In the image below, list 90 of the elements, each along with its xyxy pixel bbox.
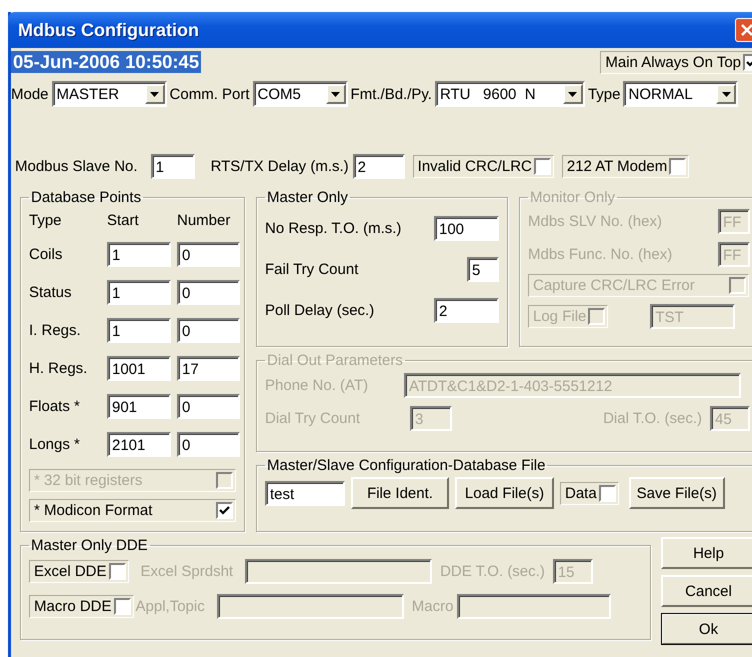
field-label: DDE T.O. (sec.) bbox=[440, 562, 545, 580]
text-field[interactable]: 1 bbox=[150, 154, 195, 178]
field-label: Phone No. (AT) bbox=[265, 376, 370, 394]
file-button[interactable]: File Ident. bbox=[351, 477, 449, 509]
dropdown[interactable]: COM5 bbox=[252, 81, 348, 107]
group-title: Master Only bbox=[266, 189, 349, 206]
field-label: Mode bbox=[11, 86, 49, 102]
checkbox[interactable] bbox=[534, 158, 551, 174]
field-label: Comm. Port bbox=[170, 86, 250, 102]
column-header: Type bbox=[29, 212, 63, 229]
checkbox[interactable] bbox=[669, 158, 686, 174]
text-field[interactable] bbox=[457, 594, 612, 618]
start-field[interactable]: 1001 bbox=[107, 356, 171, 381]
dialog-button[interactable]: Help bbox=[661, 537, 752, 569]
caret-icon bbox=[150, 92, 160, 96]
field-label: No Resp. T.O. (m.s.) bbox=[265, 220, 402, 236]
checkbox[interactable] bbox=[216, 502, 233, 519]
group-title: Monitor Only bbox=[529, 189, 616, 206]
text-field[interactable]: 100 bbox=[434, 216, 499, 240]
row-label: Floats * bbox=[29, 398, 81, 415]
check-icon bbox=[219, 506, 230, 515]
dropdown[interactable]: NORMAL bbox=[623, 81, 738, 107]
start-field[interactable]: 901 bbox=[107, 394, 171, 419]
group-title: Master/Slave Configuration-Database File bbox=[266, 457, 546, 474]
dropdown[interactable]: RTU 9600 N bbox=[434, 81, 585, 107]
field-label: Modbus Slave No. bbox=[15, 158, 138, 174]
row-label: Status bbox=[29, 284, 73, 301]
checkbox-control[interactable]: Excel DDE bbox=[29, 560, 129, 582]
text-field[interactable]: 2 bbox=[352, 154, 405, 178]
close-button[interactable] bbox=[735, 18, 752, 42]
start-field[interactable]: 2101 bbox=[107, 432, 171, 457]
caret-icon bbox=[568, 92, 578, 96]
checkbox[interactable] bbox=[108, 562, 126, 580]
dropdown[interactable]: MASTER bbox=[52, 81, 167, 107]
dialog-button[interactable]: Ok bbox=[661, 613, 752, 645]
dropdown-button[interactable] bbox=[562, 84, 583, 104]
checkbox[interactable] bbox=[598, 484, 616, 502]
text-field[interactable] bbox=[245, 558, 432, 584]
number-field[interactable]: 0 bbox=[177, 242, 240, 267]
field-label: Appl,Topic bbox=[136, 598, 205, 614]
start-field[interactable]: 1 bbox=[107, 280, 171, 305]
caret-icon bbox=[722, 92, 731, 96]
number-field[interactable]: 0 bbox=[177, 280, 240, 305]
field-label: Fail Try Count bbox=[265, 260, 360, 278]
field-label: RTS/TX Delay (m.s.) bbox=[210, 158, 349, 174]
field-label: Mdbs Func. No. (hex) bbox=[528, 246, 674, 263]
group-title: Dial Out Parameters bbox=[266, 352, 404, 369]
number-field[interactable]: 0 bbox=[177, 394, 240, 419]
text-field[interactable]: 5 bbox=[467, 256, 499, 282]
field-label: Fmt./Bd./Py. bbox=[350, 86, 432, 102]
group-title: Master Only DDE bbox=[30, 537, 149, 554]
field-label: Type bbox=[588, 86, 620, 102]
file-button[interactable]: Load File(s) bbox=[455, 477, 554, 509]
checkbox-control[interactable]: Data bbox=[560, 482, 619, 504]
caret-icon bbox=[331, 92, 340, 96]
checkbox-control[interactable]: 212 AT Modem bbox=[562, 154, 690, 178]
column-header: Start bbox=[107, 212, 140, 229]
number-field[interactable]: 0 bbox=[177, 432, 240, 457]
field-label: Excel Sprdsht bbox=[140, 562, 234, 580]
field-label: Macro bbox=[412, 598, 454, 614]
row-label: Coils bbox=[29, 246, 64, 263]
close-icon bbox=[741, 24, 752, 36]
text-field[interactable] bbox=[216, 594, 404, 618]
dropdown-button[interactable] bbox=[144, 84, 165, 104]
save-button[interactable]: Save File(s) bbox=[628, 477, 725, 509]
field-label: Dial Try Count bbox=[265, 410, 362, 426]
column-header: Number bbox=[177, 212, 232, 229]
group-title: Database Points bbox=[30, 189, 142, 206]
checkbox-control[interactable]: Invalid CRC/LRC bbox=[412, 154, 554, 178]
field-label: Dial T.O. (sec.) bbox=[603, 410, 702, 426]
window-title: Mdbus Configuration bbox=[18, 20, 200, 40]
row-label: H. Regs. bbox=[29, 360, 88, 377]
dropdown-button[interactable] bbox=[326, 84, 346, 104]
timestamp: 05-Jun-2006 10:50:45 bbox=[11, 51, 202, 73]
file-name-field[interactable]: test bbox=[265, 480, 345, 506]
checkbox[interactable] bbox=[114, 598, 131, 614]
number-field[interactable]: 17 bbox=[177, 356, 240, 381]
row-label: I. Regs. bbox=[29, 322, 82, 339]
start-field[interactable]: 1 bbox=[107, 318, 171, 343]
field-label: Mdbs SLV No. (hex) bbox=[528, 213, 663, 230]
number-field[interactable]: 0 bbox=[177, 318, 240, 343]
dropdown-button[interactable] bbox=[716, 84, 736, 104]
field-label: Poll Delay (sec.) bbox=[265, 302, 376, 318]
checkbox-control[interactable]: * Modicon Format bbox=[29, 499, 236, 522]
row-label: Longs * bbox=[29, 436, 81, 453]
checkbox-control[interactable]: Main Always On Top bbox=[600, 50, 752, 74]
start-field[interactable]: 1 bbox=[107, 242, 171, 267]
text-field[interactable]: 2 bbox=[434, 298, 499, 322]
checkbox-control[interactable]: Macro DDE bbox=[29, 594, 134, 618]
dialog-button[interactable]: Cancel bbox=[661, 575, 752, 607]
